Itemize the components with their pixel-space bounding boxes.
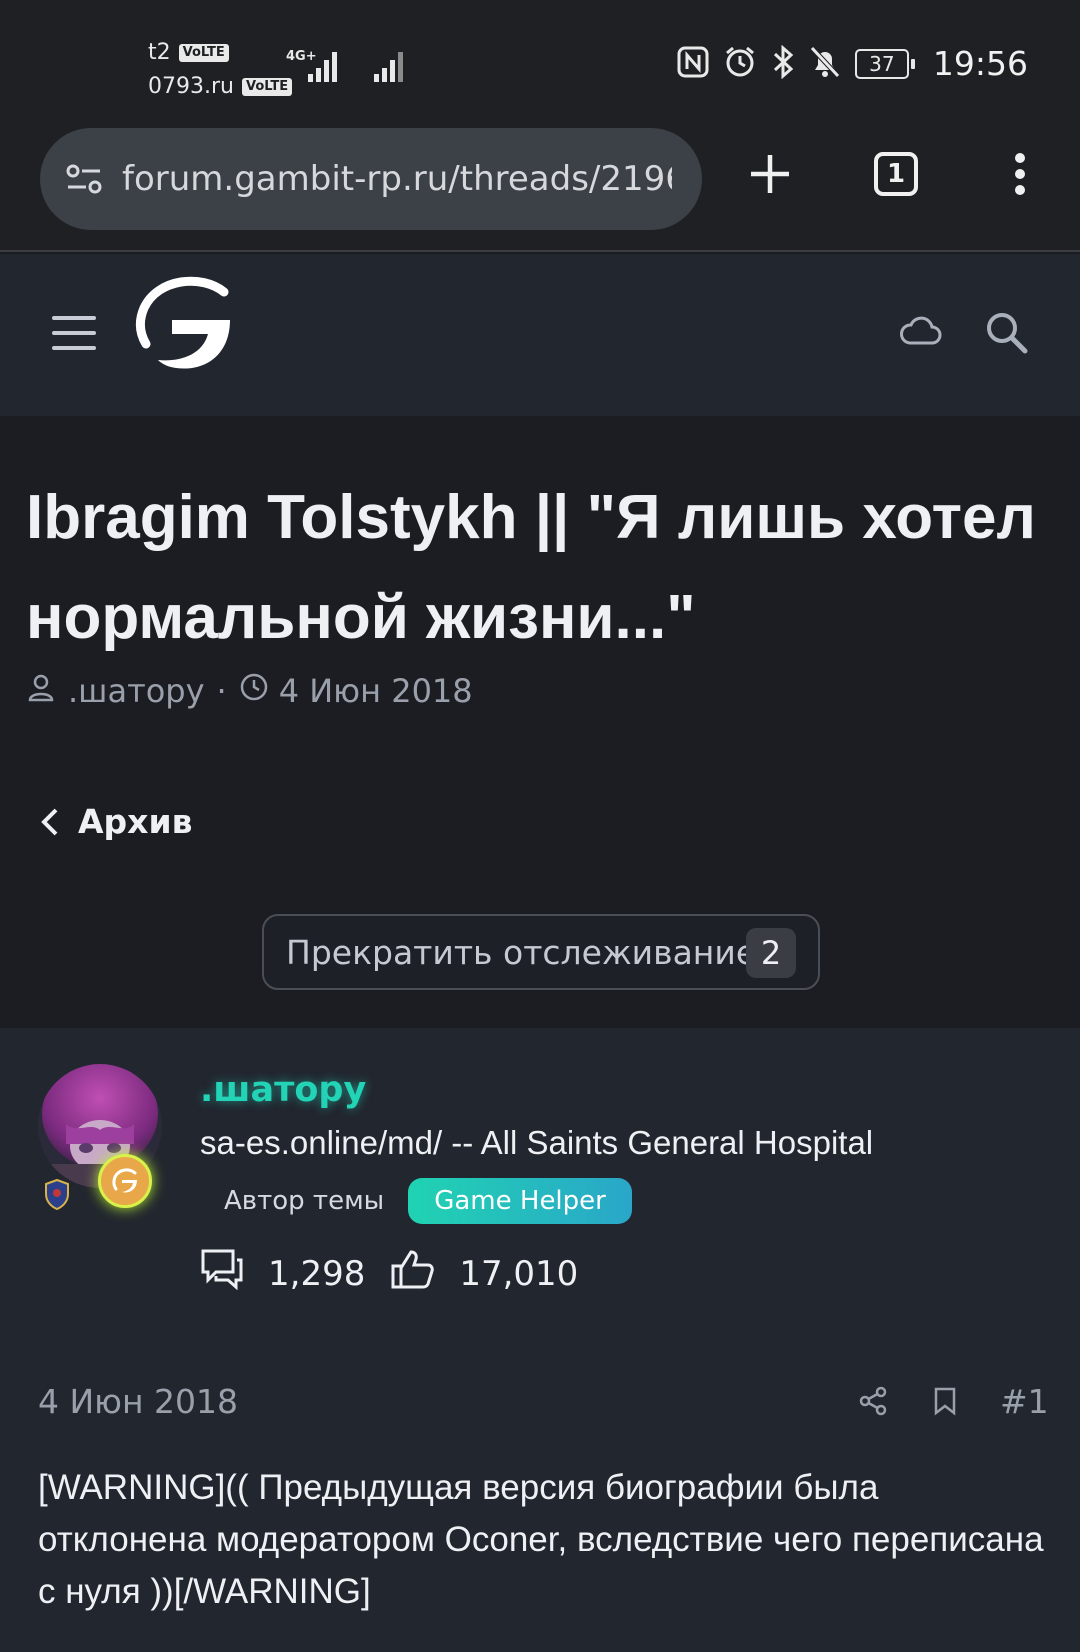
thread-date[interactable]: 4 Июн 2018 [279, 672, 473, 710]
thumbs-up-icon [391, 1248, 435, 1299]
user-icon [28, 672, 54, 710]
site-header [0, 254, 1080, 416]
breadcrumb-back[interactable]: Архив [40, 802, 192, 841]
user-stats: 1,298 17,010 [200, 1248, 604, 1299]
post-number[interactable]: #1 [1000, 1382, 1049, 1421]
browser-toolbar: forum.gambit-rp.ru/threads/2196/ 1 [0, 118, 1080, 252]
message-count: 1,298 [268, 1253, 366, 1294]
thread-header: Ibragim Tolstykh || "Я лишь хотел нормал… [0, 416, 1080, 1028]
volte-badge-1: VoLTE [178, 44, 229, 62]
battery-icon: 37 [854, 48, 915, 79]
bookmark-icon[interactable] [932, 1386, 958, 1420]
carrier-info: t2 VoLTE 0793.ru VoLTE [148, 36, 293, 104]
chevron-left-icon [41, 808, 58, 835]
plus-icon [751, 155, 789, 193]
network-type-label: 4G+ [286, 49, 317, 64]
thread-author-label: Автор темы [224, 1186, 385, 1216]
unwatch-button[interactable]: Прекратить отслеживание 2 [262, 914, 820, 990]
site-settings-icon[interactable] [62, 157, 106, 201]
thread-meta: .шатору · 4 Июн 2018 [28, 672, 473, 710]
signal-icon-1: 4G+ [284, 46, 346, 90]
bluetooth-icon [771, 44, 795, 83]
post: .шатору sa-es.online/md/ -- All Saints G… [0, 1028, 1080, 1652]
browser-menu-button[interactable] [990, 144, 1050, 204]
clock: 19:56 [932, 44, 1028, 83]
status-right: 37 19:56 [677, 44, 1028, 83]
reaction-score: 17,010 [459, 1253, 579, 1294]
mute-icon [809, 45, 841, 83]
address-bar[interactable]: forum.gambit-rp.ru/threads/2196/ [40, 128, 702, 230]
cloud-icon[interactable] [898, 314, 942, 352]
signal-icon-2 [372, 46, 412, 90]
rank-shield-icon [44, 1178, 70, 1214]
unwatch-label[interactable]: Прекратить отслеживание [286, 933, 756, 972]
messages-icon [200, 1248, 244, 1299]
share-icon[interactable] [858, 1386, 888, 1420]
watch-count-badge: 2 [746, 928, 796, 978]
thread-author-link[interactable]: .шатору [68, 672, 205, 710]
tab-count[interactable]: 1 [874, 152, 918, 196]
carrier-1: t2 [148, 40, 171, 65]
clock-icon [239, 672, 269, 710]
user-title: sa-es.online/md/ -- All Saints General H… [200, 1124, 874, 1161]
post-date[interactable]: 4 Июн 2018 [38, 1382, 238, 1421]
tab-switcher-button[interactable]: 1 [866, 144, 926, 204]
carrier-2: 0793.ru [148, 74, 234, 99]
alarm-icon [723, 45, 757, 83]
more-vert-icon [1015, 153, 1025, 195]
breadcrumb-label[interactable]: Архив [78, 802, 192, 841]
meta-separator: · [216, 672, 227, 710]
post-body: [WARNING](( Предыдущая версия биографии … [38, 1468, 1044, 1611]
menu-icon[interactable] [52, 316, 96, 350]
role-badge: Game Helper [408, 1178, 632, 1224]
gambit-badge-icon [98, 1154, 152, 1208]
post-username[interactable]: .шатору [200, 1070, 366, 1110]
search-icon[interactable] [984, 310, 1028, 358]
user-roles: Автор темы Game Helper [200, 1178, 632, 1224]
new-tab-button[interactable] [740, 144, 800, 204]
url-text[interactable]: forum.gambit-rp.ru/threads/2196/ [122, 159, 672, 199]
thread-title: Ibragim Tolstykh || "Я лишь хотел нормал… [26, 483, 1036, 652]
nfc-icon [677, 46, 709, 82]
site-logo[interactable] [132, 276, 238, 380]
status-bar: t2 VoLTE 0793.ru VoLTE 4G+ 37 19:56 [0, 0, 1080, 118]
